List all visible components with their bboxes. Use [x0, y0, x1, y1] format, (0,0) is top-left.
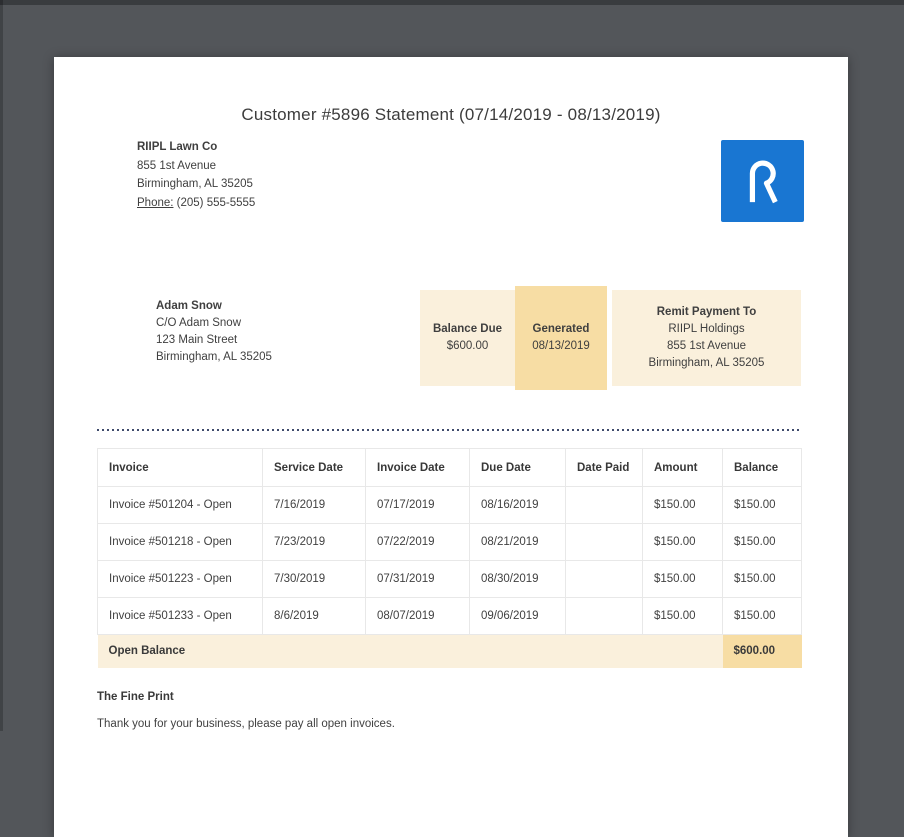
cell-invoice-date: 07/22/2019: [365, 523, 470, 561]
company-address-line2: Birmingham, AL 35205: [137, 178, 253, 190]
riipl-logo: [721, 140, 804, 222]
cell-service-date: 7/30/2019: [262, 560, 366, 598]
customer-address-line1: 123 Main Street: [156, 334, 238, 346]
generated-date: 08/13/2019: [532, 340, 590, 352]
phone-label: Phone:: [137, 196, 174, 209]
table-row: Invoice #501223 - Open 7/30/2019 07/31/2…: [97, 560, 802, 598]
customer-name: Adam Snow: [156, 300, 222, 312]
cell-balance: $150.00: [722, 597, 802, 635]
cell-service-date: 7/16/2019: [262, 486, 366, 524]
cell-invoice-date: 07/17/2019: [365, 486, 470, 524]
cell-invoice: Invoice #501233 - Open: [97, 597, 263, 635]
cell-due-date: 08/21/2019: [469, 523, 566, 561]
column-header-amount: Amount: [642, 448, 723, 487]
customer-care-of: C/O Adam Snow: [156, 317, 242, 329]
company-address-block: RIIPL Lawn Co 855 1st Avenue Birmingham,…: [137, 138, 255, 212]
page-title: Customer #5896 Statement (07/14/2019 - 0…: [241, 105, 661, 124]
cell-date-paid: [565, 597, 643, 635]
company-name: RIIPL Lawn Co: [137, 141, 218, 153]
cell-service-date: 7/23/2019: [262, 523, 366, 561]
company-address-line1: 855 1st Avenue: [137, 159, 217, 172]
column-header-balance: Balance: [722, 448, 802, 487]
cell-balance: $150.00: [722, 560, 802, 598]
fine-print-heading: The Fine Print: [97, 691, 174, 703]
remit-address-line2: Birmingham, AL 35205: [648, 357, 765, 369]
cell-balance: $150.00: [722, 523, 802, 561]
cell-invoice-date: 07/31/2019: [365, 560, 470, 598]
column-header-invoice: Invoice: [97, 448, 263, 487]
remit-name: RIIPL Holdings: [668, 323, 745, 335]
open-balance-row: Open Balance $600.00: [97, 634, 802, 668]
column-header-date-paid: Date Paid: [565, 448, 643, 487]
window-top-edge: [0, 0, 904, 5]
table-row: Invoice #501218 - Open 7/23/2019 07/22/2…: [97, 523, 802, 561]
remit-address-line1: 855 1st Avenue: [666, 340, 747, 352]
open-balance-value: $600.00: [722, 634, 802, 668]
fine-print-text: Thank you for your business, please pay …: [97, 718, 395, 730]
cell-amount: $150.00: [642, 560, 723, 598]
cell-amount: $150.00: [642, 523, 723, 561]
cell-due-date: 08/30/2019: [469, 560, 566, 598]
cell-invoice: Invoice #501204 - Open: [97, 486, 263, 524]
cell-due-date: 08/16/2019: [469, 486, 566, 524]
cell-amount: $150.00: [642, 597, 723, 635]
remit-label: Remit Payment To: [656, 306, 757, 318]
open-balance-label: Open Balance: [97, 634, 723, 668]
invoice-table: Invoice Service Date Invoice Date Due Da…: [97, 448, 802, 668]
cell-date-paid: [565, 560, 643, 598]
window-left-edge: [0, 0, 3, 731]
customer-address-block: Adam Snow C/O Adam Snow 123 Main Street …: [156, 298, 272, 366]
generated-box: Generated 08/13/2019: [515, 286, 607, 390]
company-phone-line: Phone: (205) 555-5555: [137, 194, 255, 213]
statement-summary: Balance Due $600.00 Generated 08/13/2019…: [420, 286, 805, 390]
balance-due-value: $600.00: [446, 340, 489, 352]
cell-date-paid: [565, 486, 643, 524]
customer-address-line2: Birmingham, AL 35205: [156, 351, 272, 363]
cell-amount: $150.00: [642, 486, 723, 524]
cell-balance: $150.00: [722, 486, 802, 524]
riipl-logo-r-icon: [749, 160, 778, 204]
company-phone-number: (205) 555-5555: [176, 196, 256, 209]
column-header-due-date: Due Date: [469, 448, 566, 487]
remit-payment-box: Remit Payment To RIIPL Holdings 855 1st …: [612, 290, 801, 386]
cell-invoice-date: 08/07/2019: [365, 597, 470, 635]
cell-invoice: Invoice #501218 - Open: [97, 523, 263, 561]
dotted-divider: [97, 429, 801, 431]
viewer-background: { "doc": { "title": "Customer #5896 Stat…: [0, 0, 904, 837]
column-header-invoice-date: Invoice Date: [365, 448, 470, 487]
statement-page: Customer #5896 Statement (07/14/2019 - 0…: [54, 57, 848, 837]
table-row: Invoice #501233 - Open 8/6/2019 08/07/20…: [97, 597, 802, 635]
column-header-service-date: Service Date: [262, 448, 366, 487]
cell-invoice: Invoice #501223 - Open: [97, 560, 263, 598]
balance-due-box: Balance Due $600.00: [420, 290, 515, 386]
generated-label: Generated: [532, 323, 590, 335]
balance-due-label: Balance Due: [432, 323, 503, 335]
cell-service-date: 8/6/2019: [262, 597, 366, 635]
cell-due-date: 09/06/2019: [469, 597, 566, 635]
table-header-row: Invoice Service Date Invoice Date Due Da…: [97, 448, 802, 487]
cell-date-paid: [565, 523, 643, 561]
table-row: Invoice #501204 - Open 7/16/2019 07/17/2…: [97, 486, 802, 524]
